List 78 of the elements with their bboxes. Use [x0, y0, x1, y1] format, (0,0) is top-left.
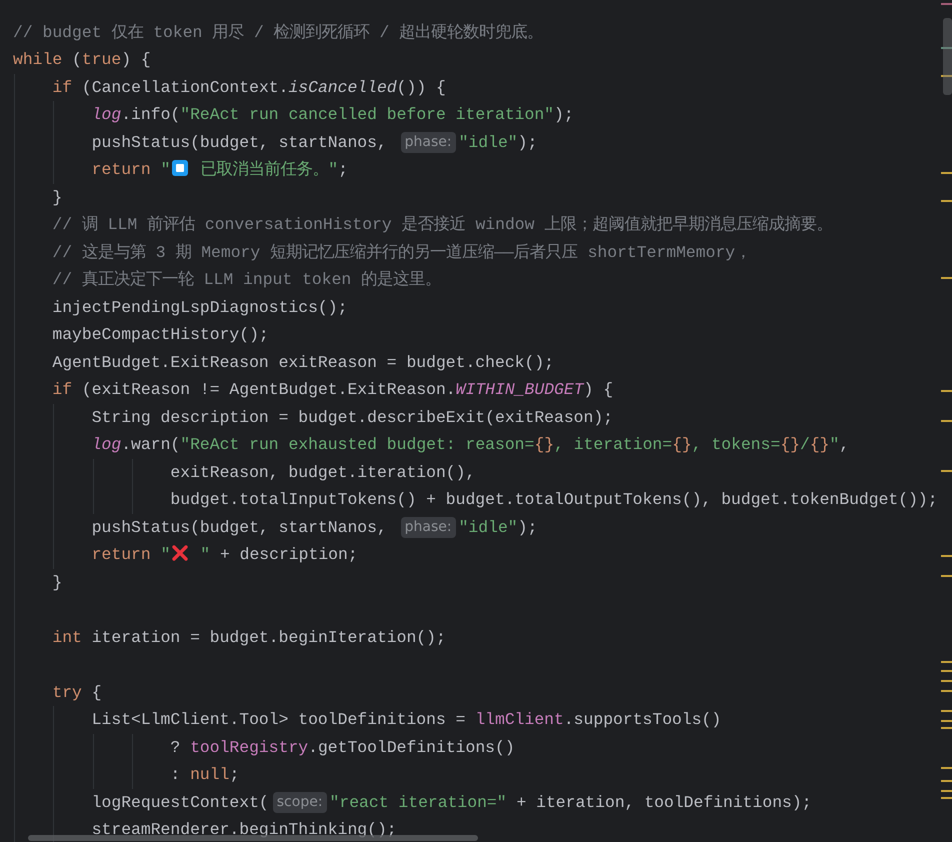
code-editor[interactable] [0, 0, 952, 842]
code-text: } [52, 572, 62, 592]
code-text: + iteration, toolDefinitions); [516, 792, 812, 812]
string-literal: "ReAct run cancelled before iteration" [180, 105, 554, 124]
code-comment: // 调 LLM 前评估 conversationHistory 是否接近 window 上限；超阈值就把早期消息压缩成摘要。 [52, 215, 832, 234]
code-text: .info( [121, 105, 180, 124]
parameter-hint: phase: [400, 516, 456, 538]
code-text: pushStatus(budget, startNanos, [92, 518, 388, 536]
code-text: { [92, 682, 102, 702]
keyword: true [82, 50, 122, 69]
field-name: toolRegistry [190, 738, 308, 756]
code-text: ); [518, 518, 538, 536]
code-text: ) { [121, 50, 151, 69]
code-text: exitReason, budget.iteration(), [170, 462, 476, 482]
code-text: ; [338, 160, 348, 179]
code-text: (CancellationContext. [82, 78, 288, 96]
string-literal: 已取消当前任务。" [200, 160, 338, 179]
string-literal: " [200, 545, 210, 564]
field-name: WITHIN_BUDGET [456, 380, 584, 399]
code-text: maybeCompactHistory(); [52, 325, 269, 344]
code-text: ); [554, 105, 574, 124]
code-text: ()) { [396, 78, 446, 96]
code-text: } [52, 188, 62, 206]
code-text: AgentBudget.ExitReason exitReason = budget.check(); [52, 352, 554, 372]
code-text: ; [229, 765, 240, 784]
code-text: .warn( [121, 435, 180, 454]
code-text: : [170, 765, 182, 784]
code-comment: // 这是与第 3 期 Memory 短期记忆压缩并行的另一道压缩——后者只压 shortTermMemory， [52, 242, 752, 262]
code-comment: // budget 仅在 token 用尽 / 检测到死循环 / 超出硬轮数时兜底。 [13, 22, 544, 42]
string-literal: "idle" [458, 518, 518, 536]
code-text: iteration = budget.beginIteration(); [92, 628, 446, 646]
code-text: (exitReason != AgentBudget.ExitReason. [82, 380, 456, 399]
code-text: streamRenderer.beginThinking(); [92, 820, 397, 839]
field-name: log [92, 105, 122, 124]
scrollbar-thumb[interactable] [943, 18, 952, 95]
string-literal: / [800, 435, 810, 454]
cross-icon [171, 544, 190, 562]
keyword: return [92, 160, 151, 179]
keyword: try [52, 682, 82, 702]
code-text: .supportsTools() [564, 710, 722, 729]
string-literal: " [160, 160, 170, 179]
code-text: injectPendingLspDiagnostics(); [52, 298, 348, 316]
string-literal: " [160, 545, 170, 564]
field-name: log [92, 435, 122, 454]
keyword: return [92, 545, 151, 564]
format-placeholder: {} [534, 435, 554, 454]
format-placeholder: {} [810, 435, 830, 454]
code-text: String description = budget.describeExit(exitReason); [92, 408, 614, 426]
code-text: ) { [584, 380, 614, 399]
string-literal: "react iteration=" [330, 792, 507, 812]
code-text: ( [72, 50, 82, 69]
format-placeholder: {} [672, 435, 692, 454]
code-text: budget.totalInputTokens() + budget.totalOutputTokens(), budget.tokenBudget()); [170, 490, 938, 509]
code-text: ); [518, 132, 538, 152]
code-text: ? [170, 738, 182, 756]
string-literal: "idle" [458, 132, 518, 152]
code-text: + description; [220, 545, 358, 564]
field-name: llmClient [475, 710, 564, 729]
string-literal: "ReAct run exhausted budget: reason= [180, 435, 534, 454]
parameter-hint: scope: [272, 792, 327, 812]
code-text: logRequestContext( [92, 792, 269, 812]
keyword: int [52, 628, 82, 646]
keyword: if [52, 78, 72, 96]
string-literal: " [830, 435, 840, 454]
code-text: .getToolDefinitions() [308, 738, 515, 756]
string-literal: , iteration= [554, 435, 672, 454]
parameter-hint: phase: [400, 132, 456, 152]
keyword: null [190, 765, 230, 784]
string-literal: , tokens= [692, 435, 780, 454]
method-name: isCancelled [288, 78, 397, 96]
keyword: while [13, 50, 62, 69]
code-text: List<LlmClient.Tool> toolDefinitions = [92, 710, 466, 729]
code-comment: // 真正决定下一轮 LLM input token 的是这里。 [52, 270, 442, 289]
format-placeholder: {} [780, 435, 800, 454]
keyword: if [52, 380, 72, 399]
code-text: pushStatus(budget, startNanos, [92, 132, 388, 152]
code-text: , [839, 435, 850, 454]
stop-icon [171, 159, 190, 177]
